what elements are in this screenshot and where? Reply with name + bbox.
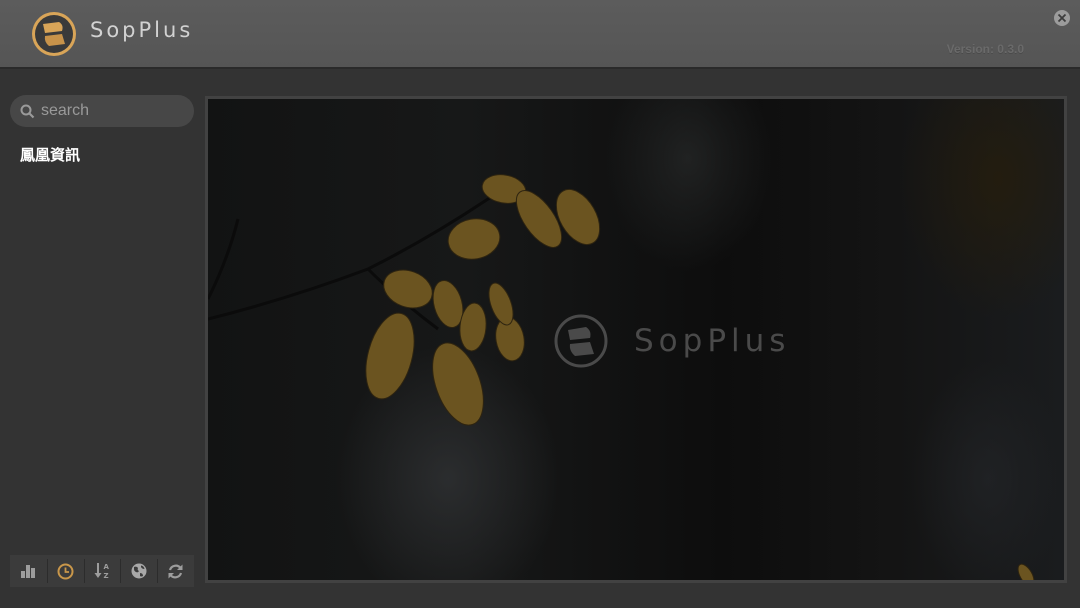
refresh-icon [168,564,183,578]
title-bar: SopPlus Version: 0.3.0 [0,0,1080,69]
sidebar-item-phoenix-news[interactable]: 鳳凰資訊 [20,144,80,165]
search-input[interactable] [41,100,186,122]
content-viewer: SopPlus [205,96,1067,583]
splash-background: SopPlus [208,99,1064,580]
sort-az-icon: A Z [94,563,109,580]
sopplus-watermark-logo-icon [554,314,608,368]
search-icon [20,104,35,119]
sopplus-logo-icon [32,12,76,56]
svg-text:A: A [103,563,109,571]
sidebar-toolbar: A Z [10,555,194,587]
search-box[interactable] [10,95,194,127]
globe-icon [131,563,147,579]
app-name: SopPlus [90,18,194,42]
svg-text:Z: Z [103,572,108,580]
watermark-name: SopPlus [634,323,791,359]
clock-icon [57,563,74,579]
close-icon [1057,13,1067,23]
bar-chart-button[interactable] [10,555,47,587]
refresh-button[interactable] [157,555,194,587]
sort-az-button[interactable]: A Z [83,555,121,587]
bar-chart-icon [21,565,36,578]
history-button[interactable] [46,555,84,587]
globe-button[interactable] [120,555,157,587]
watermark: SopPlus [553,313,790,369]
close-button[interactable] [1054,10,1070,26]
version-label: Version: 0.3.0 [946,42,1024,56]
sidebar: 鳳凰資訊 A Z [0,69,202,608]
